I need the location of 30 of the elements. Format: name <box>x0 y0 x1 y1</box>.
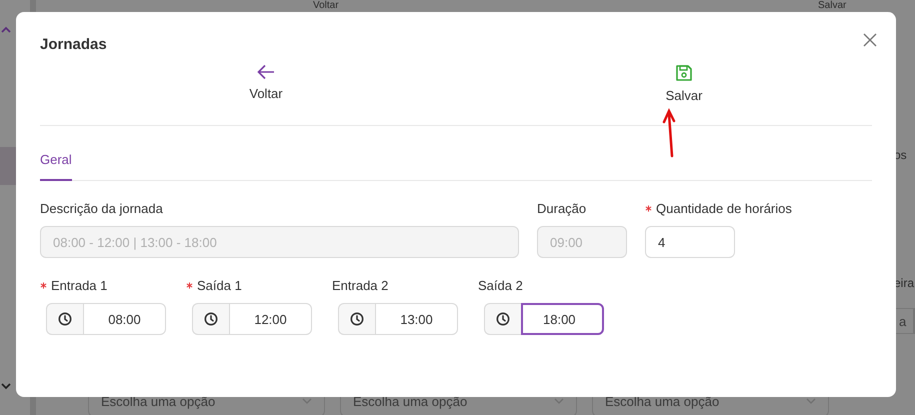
action-label: Salvar <box>818 0 846 11</box>
time-field[interactable]: 18:00 <box>521 303 604 335</box>
back-arrow-icon <box>257 64 275 80</box>
chevron-down-icon <box>554 398 564 404</box>
tab[interactable]: Geral <box>40 152 72 181</box>
close-button[interactable] <box>862 32 878 48</box>
field-label: Descrição da jornada <box>40 201 163 216</box>
save-icon <box>675 64 693 82</box>
back-button[interactable]: Voltar <box>226 64 306 101</box>
field-label: Entrada 2 <box>332 278 388 293</box>
caret-up-icon <box>0 26 12 34</box>
time-field[interactable]: 12:00 <box>229 303 312 335</box>
caret-down-icon <box>0 382 12 390</box>
time-field[interactable]: 08:00 <box>83 303 166 335</box>
action-label: Voltar <box>313 0 339 11</box>
field-label: Entrada 1 <box>51 278 108 293</box>
field-label: Saída 2 <box>478 278 523 293</box>
chevron-down-icon <box>806 398 816 404</box>
clock-icon <box>496 312 510 326</box>
clock-icon <box>204 312 218 326</box>
chevron-down-icon <box>302 398 312 404</box>
input-field[interactable]: 4 <box>645 226 735 258</box>
time-field[interactable]: 13:00 <box>375 303 458 335</box>
save-button[interactable]: Salvar <box>644 64 724 103</box>
dialog-title: Jornadas <box>40 36 108 53</box>
clock-icon <box>350 312 364 326</box>
field-label: Saída 1 <box>197 278 242 293</box>
field-label: Duração <box>537 201 586 216</box>
clock-icon <box>58 312 72 326</box>
field-label: Quantidade de horários <box>656 201 792 216</box>
